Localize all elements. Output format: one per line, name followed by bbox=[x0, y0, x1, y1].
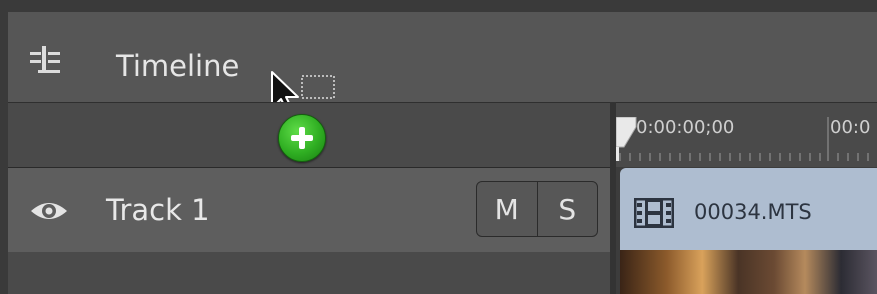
track-header[interactable]: Track 1 M S bbox=[8, 167, 610, 253]
clip-header: 00034.MTS bbox=[620, 168, 877, 250]
timeline-header: Timeline bbox=[8, 12, 877, 102]
clip-name: 00034.MTS bbox=[694, 200, 812, 224]
video-clip[interactable]: 00034.MTS bbox=[620, 168, 877, 294]
ruler-timecode: 0:00:00;00 bbox=[636, 117, 735, 138]
track-name: Track 1 bbox=[106, 193, 210, 227]
track-header-column: Track 1 M S bbox=[8, 102, 610, 294]
panel-title: Timeline bbox=[116, 49, 240, 83]
empty-track-area bbox=[8, 252, 610, 294]
eye-icon[interactable] bbox=[30, 192, 68, 230]
ruler-left-spacer bbox=[8, 102, 610, 167]
mute-button[interactable]: M bbox=[477, 182, 537, 236]
add-track-button[interactable] bbox=[278, 114, 326, 162]
timeline-panel: Timeline Track 1 M S 0:00:00;00 00:0 000… bbox=[0, 0, 877, 294]
timeline-area: 0:00:00;00 00:0 00034.MTS bbox=[616, 102, 877, 294]
solo-button[interactable]: S bbox=[536, 182, 598, 236]
time-ruler[interactable]: 0:00:00;00 00:0 bbox=[616, 102, 877, 167]
film-strip-icon bbox=[634, 198, 674, 228]
timeline-icon bbox=[30, 46, 60, 73]
playhead-icon[interactable] bbox=[616, 117, 638, 161]
mute-solo-group: M S bbox=[476, 181, 598, 237]
ruler-timecode: 00:0 bbox=[830, 117, 871, 138]
clip-thumbnail bbox=[620, 250, 877, 294]
